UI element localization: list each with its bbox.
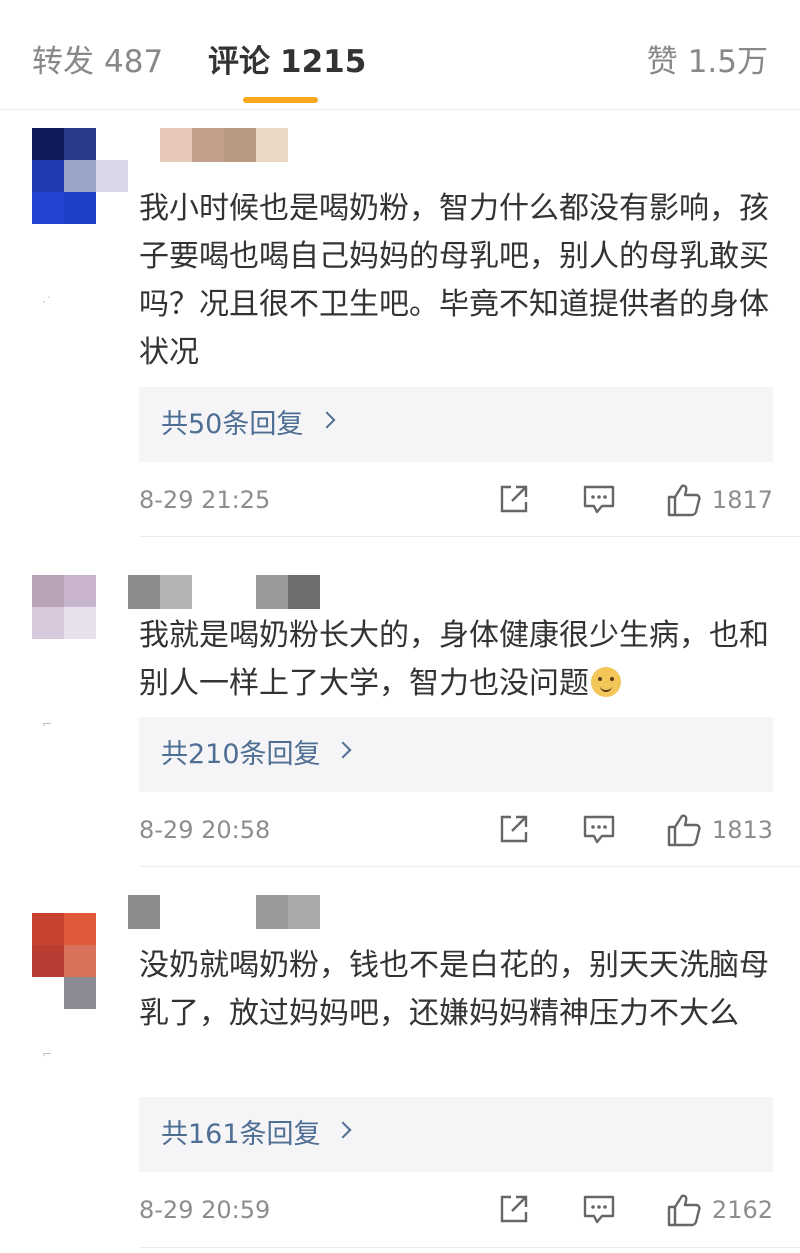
decorative-mark: ·˙ [42, 295, 52, 309]
decorative-mark: ⌐ [42, 717, 53, 731]
avatar[interactable] [32, 128, 128, 224]
share-icon[interactable] [497, 1192, 531, 1226]
active-tab-indicator [243, 97, 318, 103]
replies-label: 共50条回复 [161, 409, 304, 440]
comment-time: 8-29 20:59 [139, 1196, 271, 1224]
replies-link[interactable]: 共161条回复 [139, 1097, 773, 1172]
thumbs-up-icon[interactable] [666, 1192, 702, 1228]
tab-repost-label: 转发 [32, 44, 94, 80]
like-count: 2162 [711, 1196, 773, 1224]
username-mosaic[interactable] [128, 895, 328, 929]
thumbs-up-icon[interactable] [666, 482, 702, 518]
chevron-right-icon [318, 411, 336, 429]
tab-comments-label: 评论 [208, 44, 270, 80]
comment-icon[interactable] [582, 812, 616, 846]
replies-label: 共210条回复 [161, 739, 321, 770]
share-icon[interactable] [497, 482, 531, 516]
comment-item: ·˙ 我小时候也是喝奶粉，智力什么都没有影响，孩子要喝也喝自己妈妈的母乳吧，别人… [0, 110, 800, 537]
divider [139, 1247, 800, 1248]
tab-comments-count: 1215 [280, 44, 367, 80]
comment-meta: 8-29 20:58 1813 [0, 810, 800, 850]
avatar[interactable] [32, 885, 128, 1009]
comment-time: 8-29 20:58 [139, 816, 271, 844]
username-mosaic[interactable] [128, 575, 328, 609]
comment-time: 8-29 21:25 [139, 486, 271, 514]
comment-meta: 8-29 20:59 2162 [0, 1190, 800, 1230]
comment-text: 我小时候也是喝奶粉，智力什么都没有影响，孩子要喝也喝自己妈妈的母乳吧，别人的母乳… [139, 191, 769, 370]
tab-bar: 转发 487 评论 1215 赞 1.5万 [0, 0, 800, 110]
comment-icon[interactable] [582, 1192, 616, 1226]
tab-repost[interactable]: 转发 487 [32, 42, 163, 82]
doge-emoji-icon [591, 667, 621, 697]
tab-repost-count: 487 [104, 44, 164, 80]
comment-text: 没奶就喝奶粉，钱也不是白花的，别天天洗脑母乳了，放过妈妈吧，还嫌妈妈精神压力不大… [139, 948, 769, 1031]
chevron-right-icon [334, 741, 352, 759]
like-count: 1817 [711, 486, 773, 514]
decorative-mark: ⌐ [42, 1047, 53, 1061]
comment-item: ⌐ 没奶就喝奶粉，钱也不是白花的，别天天洗脑母乳了，放过妈妈吧，还嫌妈妈精神压力… [0, 867, 800, 1253]
like-count: 1813 [711, 816, 773, 844]
comment-text: 我就是喝奶粉长大的，身体健康很少生病，也和别人一样上了大学，智力也没问题 [139, 612, 779, 708]
username-mosaic[interactable] [128, 128, 328, 162]
tab-likes-count: 1.5万 [687, 44, 768, 80]
share-icon[interactable] [497, 812, 531, 846]
replies-label: 共161条回复 [161, 1119, 321, 1150]
comment-icon[interactable] [582, 482, 616, 516]
tab-comments[interactable]: 评论 1215 [208, 42, 366, 82]
comment-text-body: 我就是喝奶粉长大的，身体健康很少生病，也和别人一样上了大学，智力也没问题 [139, 618, 769, 701]
thumbs-up-icon[interactable] [666, 812, 702, 848]
avatar[interactable] [32, 555, 128, 651]
tab-likes[interactable]: 赞 1.5万 [647, 42, 768, 82]
chevron-right-icon [334, 1121, 352, 1139]
replies-link[interactable]: 共210条回复 [139, 717, 773, 792]
comment-item: ⌐ 我就是喝奶粉长大的，身体健康很少生病，也和别人一样上了大学，智力也没问题 共… [0, 537, 800, 867]
replies-link[interactable]: 共50条回复 [139, 387, 773, 462]
tab-likes-label: 赞 [646, 44, 678, 80]
comment-meta: 8-29 21:25 1817 [0, 480, 800, 520]
